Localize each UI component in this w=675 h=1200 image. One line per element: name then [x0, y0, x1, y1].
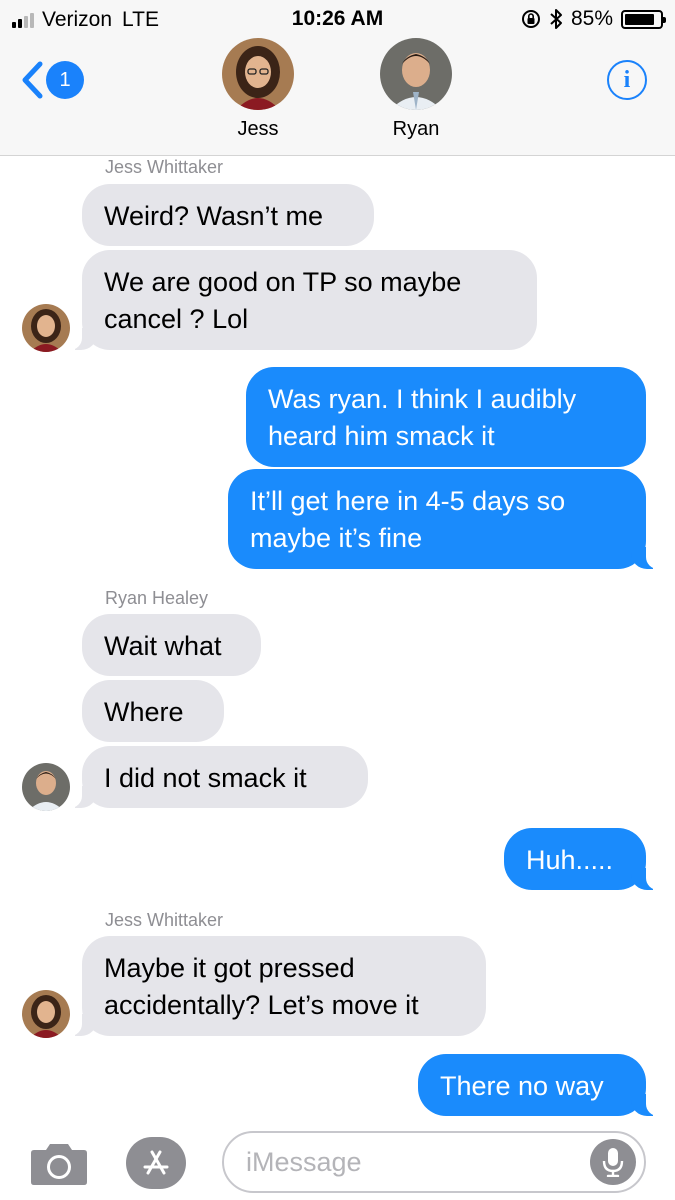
back-button[interactable]: 1 — [20, 60, 84, 100]
message-text: Huh..... — [526, 845, 614, 875]
avatar — [22, 763, 70, 811]
app-store-icon — [143, 1150, 169, 1175]
message-text-line: maybe it’s fine — [250, 523, 423, 553]
message-bubble-outgoing[interactable]: There no way — [418, 1054, 660, 1116]
sender-label: Ryan Healey — [105, 588, 209, 608]
message-text: Where — [104, 697, 184, 727]
status-right: 85% — [521, 7, 666, 31]
camera-icon — [31, 1144, 87, 1185]
message-bubble-outgoing[interactable]: Huh..... — [504, 828, 660, 890]
battery-percent: 85% — [570, 7, 613, 30]
chevron-left-icon — [22, 61, 43, 99]
avatar — [22, 304, 70, 352]
message-bubble-incoming[interactable]: We are good on TP so maybe cancel ? Lol — [68, 250, 537, 350]
orientation-lock-icon — [521, 10, 540, 28]
avatar — [222, 38, 294, 110]
contact-name: Jess — [237, 118, 279, 140]
message-bubble-incoming[interactable]: Maybe it got pressed accidentally? Let’s… — [68, 936, 486, 1036]
message-text: I did not smack it — [104, 763, 307, 793]
status-bar: Verizon LTE 10:26 AM 85% — [0, 0, 675, 38]
unread-badge: 1 — [46, 61, 84, 99]
message-text-line: heard him smack it — [268, 421, 495, 451]
contact-name: Ryan — [392, 118, 440, 140]
sender-label: Jess Whittaker — [105, 157, 224, 177]
message-field[interactable] — [222, 1131, 646, 1193]
message-text: Weird? Wasn’t me — [104, 201, 324, 231]
message-text-line: Maybe it got pressed — [104, 953, 355, 983]
microphone-icon — [602, 1148, 624, 1177]
message-text-line: Was ryan. I think I audibly — [268, 384, 577, 414]
message-text-line: We are good on TP so maybe — [104, 267, 462, 297]
message-text-line: cancel ? Lol — [104, 304, 249, 334]
message-bubble-outgoing[interactable]: Was ryan. I think I audibly heard him sm… — [246, 367, 646, 467]
message-bubble-incoming[interactable]: Wait what — [82, 614, 261, 676]
message-input[interactable] — [224, 1133, 584, 1191]
avatar — [22, 990, 70, 1038]
battery-icon — [621, 9, 666, 29]
message-text-line: It’ll get here in 4-5 days so — [250, 486, 566, 516]
sender-label: Jess Whittaker — [105, 910, 224, 930]
message-text-line: accidentally? Let’s move it — [104, 990, 419, 1020]
message-text: Wait what — [104, 631, 222, 661]
message-text: There no way — [440, 1071, 604, 1101]
message-bubble-incoming[interactable]: Weird? Wasn’t me — [82, 184, 374, 246]
camera-button[interactable] — [30, 1140, 88, 1191]
avatar — [380, 38, 452, 110]
message-bubble-incoming[interactable]: I did not smack it — [68, 746, 368, 808]
contact-jess[interactable]: Jess — [198, 38, 318, 141]
app-store-button[interactable] — [126, 1137, 186, 1189]
bluetooth-icon — [550, 9, 562, 29]
conversation-header: 1 Jess Ryan i — [0, 38, 675, 156]
info-icon: i — [623, 66, 631, 93]
dictation-button[interactable] — [590, 1139, 636, 1185]
message-bubble-outgoing[interactable]: It’ll get here in 4-5 days so maybe it’s… — [228, 469, 660, 569]
input-bar — [0, 1120, 675, 1200]
message-bubble-incoming[interactable]: Where — [82, 680, 224, 742]
info-button[interactable]: i — [607, 60, 647, 100]
contact-ryan[interactable]: Ryan — [356, 38, 476, 141]
